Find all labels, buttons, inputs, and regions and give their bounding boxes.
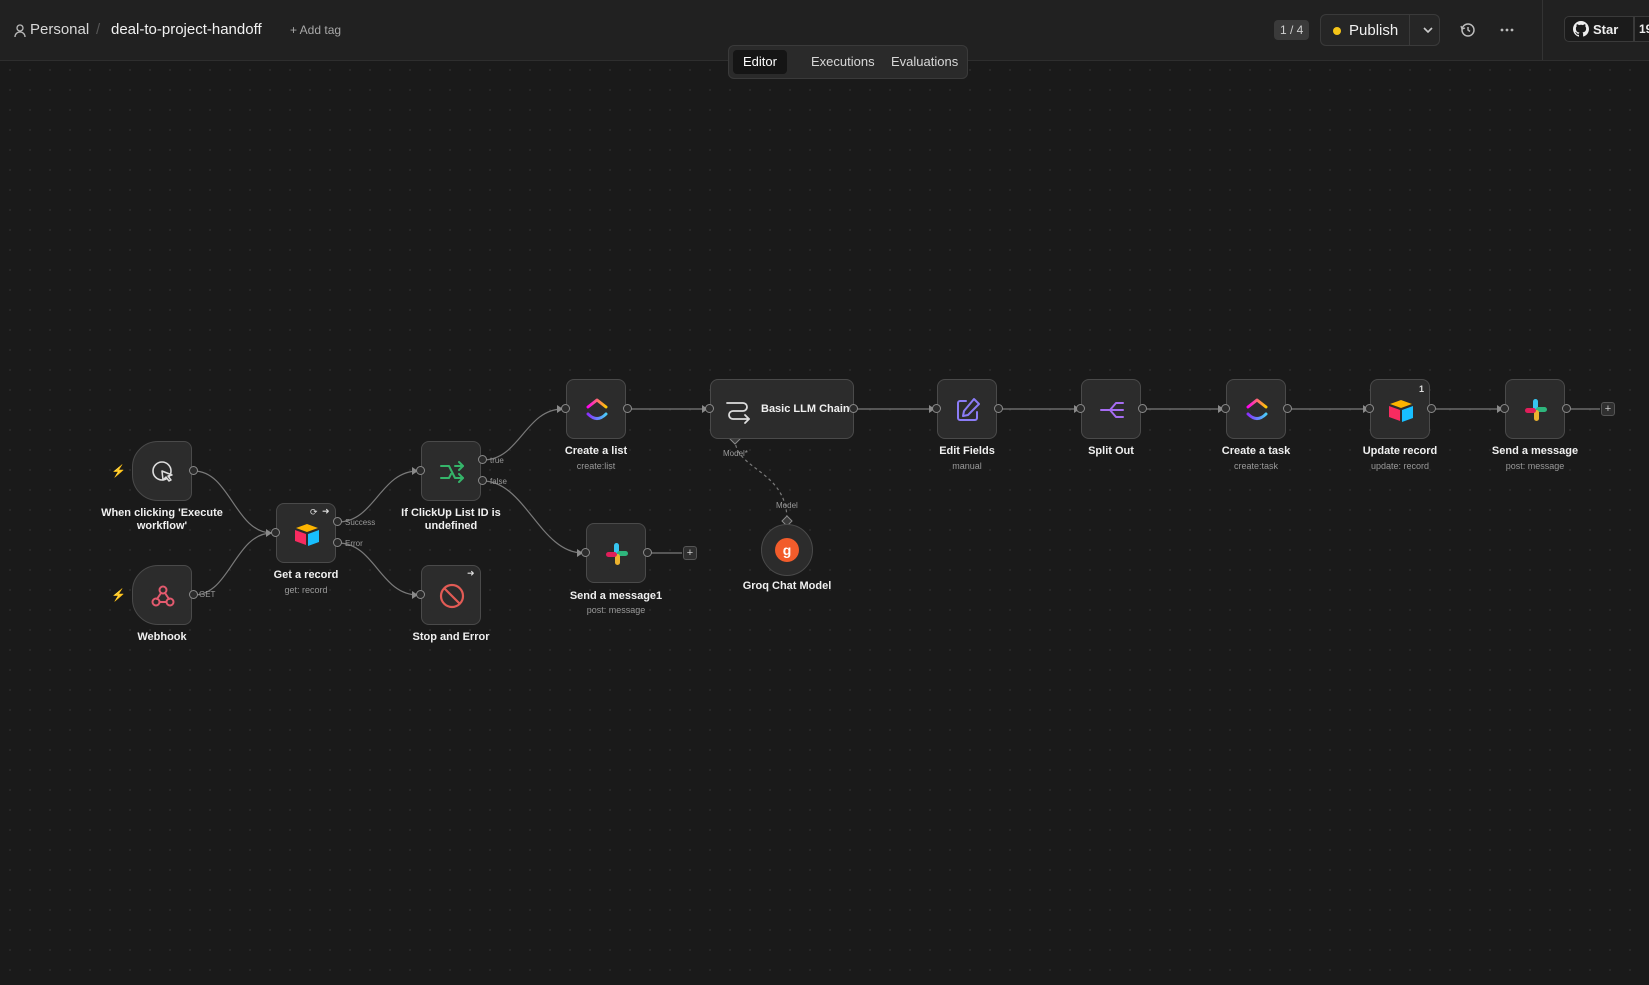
node-title: When clicking 'Execute workflow' xyxy=(101,507,223,532)
add-node-button[interactable]: + xyxy=(1601,402,1615,416)
node-title: Edit Fields xyxy=(939,445,995,457)
slack-icon xyxy=(1525,399,1547,421)
node-edit-fields[interactable] xyxy=(937,379,997,439)
node-manual-trigger[interactable] xyxy=(132,441,192,501)
edge-label-success: Success xyxy=(345,518,376,527)
node-title: Basic LLM Chain xyxy=(761,403,850,415)
node-split-out[interactable] xyxy=(1081,379,1141,439)
node-title: Send a message1 xyxy=(569,590,663,602)
node-subtitle: get: record xyxy=(284,585,328,595)
airtable-icon xyxy=(295,524,319,546)
connections xyxy=(193,405,1600,599)
edit-icon xyxy=(957,398,980,421)
llm-chain-icon xyxy=(726,402,750,424)
node-if[interactable] xyxy=(421,441,481,501)
node-title: Get a record xyxy=(273,569,339,581)
node-update-record[interactable]: 1 xyxy=(1370,379,1430,439)
node-title: Create a list xyxy=(564,445,628,457)
node-title: Update record xyxy=(1362,445,1438,457)
node-title: If ClickUp List ID is undefined xyxy=(401,507,501,532)
node-groq-chat-model[interactable]: g xyxy=(761,524,813,576)
groq-icon: g xyxy=(775,538,799,562)
stop-icon xyxy=(439,583,465,609)
arrow-right-icon: ➜ xyxy=(322,506,330,516)
node-title: Create a task xyxy=(1221,445,1291,457)
if-branch-icon xyxy=(440,461,464,483)
cursor-click-icon xyxy=(152,461,173,482)
node-subtitle: create:task xyxy=(1233,461,1279,471)
edge-label-false: false xyxy=(490,477,507,486)
add-node-button[interactable]: + xyxy=(683,546,697,560)
node-send-message[interactable] xyxy=(1505,379,1565,439)
arrow-right-icon: ➜ xyxy=(467,568,475,578)
node-title: Send a message xyxy=(1491,445,1579,457)
airtable-icon xyxy=(1389,400,1413,422)
refresh-icon: ⟳ xyxy=(310,507,318,517)
edge-label-model-required: Model* xyxy=(723,449,748,458)
node-send-message1[interactable] xyxy=(586,523,646,583)
node-title: Stop and Error xyxy=(412,631,490,643)
edge-label-model: Model xyxy=(776,501,798,510)
node-llm-chain[interactable]: Basic LLM Chain xyxy=(710,379,854,439)
edge-label-get: GET xyxy=(199,590,216,599)
clickup-icon xyxy=(586,398,608,420)
execution-count-badge: 1 xyxy=(1419,384,1425,394)
slack-icon xyxy=(606,543,628,565)
node-subtitle: post: message xyxy=(1505,461,1565,471)
node-subtitle: post: message xyxy=(586,605,646,615)
webhook-icon xyxy=(151,585,175,607)
split-icon xyxy=(1100,402,1124,418)
node-subtitle: create:list xyxy=(576,461,616,471)
node-create-list[interactable] xyxy=(566,379,626,439)
clickup-icon xyxy=(1246,398,1268,420)
node-title: Split Out xyxy=(1088,445,1134,457)
node-webhook[interactable] xyxy=(132,565,192,625)
node-subtitle: update: record xyxy=(1370,461,1430,471)
trigger-bolt-icon: ⚡ xyxy=(111,588,126,602)
node-stop-error[interactable]: ➜ xyxy=(421,565,481,625)
node-subtitle: manual xyxy=(952,461,982,471)
edge-label-true: true xyxy=(490,456,504,465)
trigger-bolt-icon: ⚡ xyxy=(111,464,126,478)
node-create-task[interactable] xyxy=(1226,379,1286,439)
node-get-record[interactable]: ⟳ ➜ xyxy=(276,503,336,563)
edge-label-error: Error xyxy=(345,539,363,548)
node-title: Groq Chat Model xyxy=(742,580,832,592)
node-title: Webhook xyxy=(137,631,187,643)
